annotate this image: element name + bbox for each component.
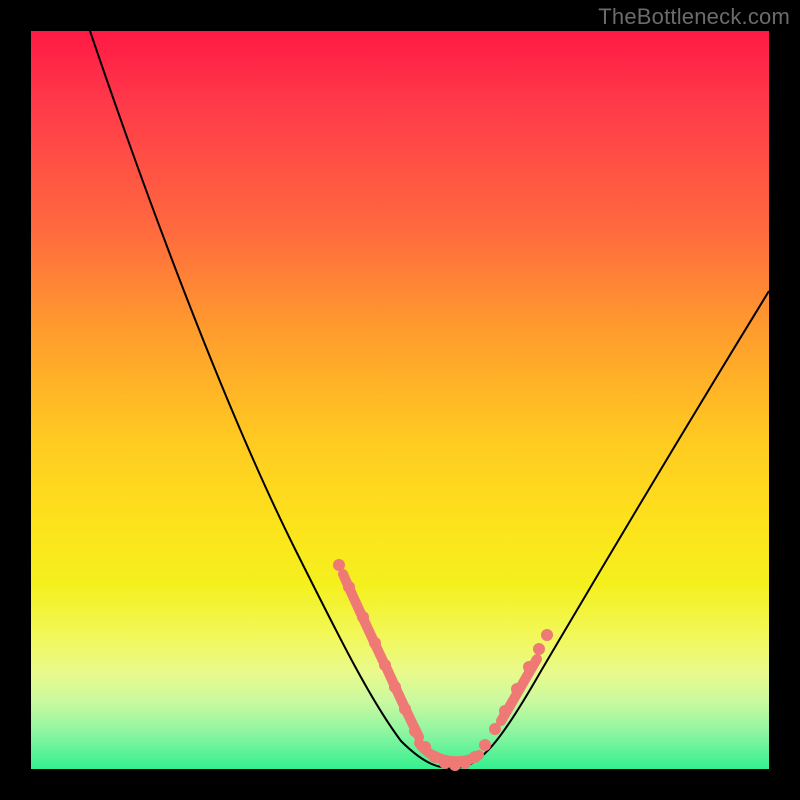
marker-dot xyxy=(541,629,553,641)
marker-dot xyxy=(409,725,421,737)
marker-dot xyxy=(369,637,381,649)
marker-dot xyxy=(523,661,535,673)
marker-dot xyxy=(499,705,511,717)
marker-dot xyxy=(479,739,491,751)
marker-dot xyxy=(343,581,355,593)
bottleneck-curve xyxy=(90,31,769,768)
plot-area xyxy=(31,31,769,769)
marker-dot xyxy=(333,559,345,571)
marker-dot xyxy=(459,757,471,769)
marker-dot xyxy=(449,759,461,771)
curve-svg xyxy=(31,31,769,769)
marker-dot xyxy=(439,757,451,769)
marker-dot xyxy=(399,703,411,715)
marker-dot xyxy=(429,751,441,763)
marker-dot xyxy=(533,643,545,655)
marker-dot xyxy=(379,659,391,671)
chart-frame: TheBottleneck.com xyxy=(0,0,800,800)
marker-dot xyxy=(389,681,401,693)
marker-dot xyxy=(489,723,501,735)
marker-dot xyxy=(357,611,369,623)
watermark-text: TheBottleneck.com xyxy=(598,4,790,30)
marker-dot xyxy=(511,683,523,695)
marker-dot xyxy=(419,741,431,753)
marker-dot xyxy=(469,751,481,763)
